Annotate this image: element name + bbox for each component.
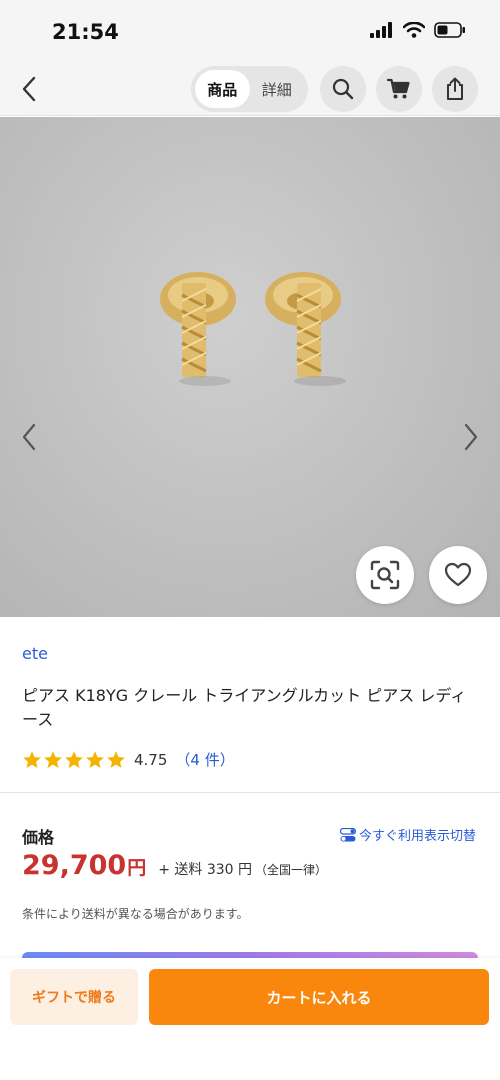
battery-icon bbox=[434, 22, 465, 38]
price-row: 29,700 円 + 送料 330 円 （全国一律） bbox=[22, 850, 327, 881]
status-time: 21:54 bbox=[52, 20, 119, 44]
rating: 4.75 （4 件） bbox=[22, 749, 235, 770]
tab-details[interactable]: 詳細 bbox=[250, 70, 305, 108]
view-switcher: 商品 詳細 bbox=[191, 66, 308, 112]
favorite-button[interactable] bbox=[429, 546, 487, 604]
chevron-left-icon bbox=[22, 423, 36, 451]
status-icons bbox=[370, 22, 466, 38]
toggle-icon bbox=[339, 827, 356, 841]
cart-icon bbox=[387, 78, 410, 99]
display-toggle-label: 今すぐ利用表示切替 bbox=[358, 829, 476, 844]
tab-product[interactable]: 商品 bbox=[195, 70, 250, 108]
star-icon bbox=[44, 750, 62, 768]
add-to-cart-button[interactable]: カートに入れる bbox=[149, 969, 489, 1025]
section-divider bbox=[0, 792, 500, 793]
chevron-right-icon bbox=[464, 423, 478, 451]
search-icon bbox=[332, 78, 354, 100]
price-label: 価格 bbox=[22, 828, 55, 847]
next-image-button[interactable] bbox=[456, 417, 486, 457]
cellular-signal-icon bbox=[370, 22, 392, 38]
earrings-photo bbox=[160, 272, 346, 386]
display-toggle-link[interactable]: 今すぐ利用表示切替 bbox=[339, 825, 476, 844]
status-bar: 21:54 bbox=[0, 0, 500, 62]
price-currency: 円 bbox=[127, 857, 147, 879]
image-search-icon bbox=[370, 560, 400, 590]
shipping-note: （全国一律） bbox=[255, 863, 328, 877]
back-button[interactable] bbox=[12, 70, 46, 108]
bottom-action-bar: ギフトで贈る カートに入れる bbox=[0, 958, 500, 1080]
search-button[interactable] bbox=[320, 66, 366, 112]
review-count-link[interactable]: （4 件） bbox=[175, 749, 234, 770]
share-button[interactable] bbox=[432, 66, 478, 112]
product-title: ピアス K18YG クレール トライアングルカット ピアス レディース bbox=[22, 686, 467, 729]
chevron-left-icon bbox=[22, 76, 36, 102]
product-image[interactable] bbox=[0, 117, 500, 617]
shipping-condition-note: 条件により送料が異なる場合があります。 bbox=[22, 907, 249, 921]
share-icon bbox=[447, 77, 463, 100]
rating-stars bbox=[22, 750, 126, 770]
star-icon bbox=[107, 750, 125, 768]
cart-button[interactable] bbox=[376, 66, 422, 112]
nav-bar: 商品 詳細 bbox=[0, 62, 500, 116]
gift-button[interactable]: ギフトで贈る bbox=[10, 969, 138, 1025]
shipping-fee: + 送料 330 円 bbox=[158, 862, 253, 878]
star-icon bbox=[86, 750, 104, 768]
star-icon bbox=[23, 750, 41, 768]
star-icon bbox=[65, 750, 83, 768]
rating-score: 4.75 bbox=[134, 750, 168, 769]
prev-image-button[interactable] bbox=[14, 417, 44, 457]
price-amount: 29,700 bbox=[22, 850, 127, 881]
heart-icon bbox=[444, 562, 472, 587]
image-search-button[interactable] bbox=[356, 546, 414, 604]
shop-name-link[interactable]: ete bbox=[22, 644, 48, 663]
wifi-icon bbox=[403, 22, 425, 38]
